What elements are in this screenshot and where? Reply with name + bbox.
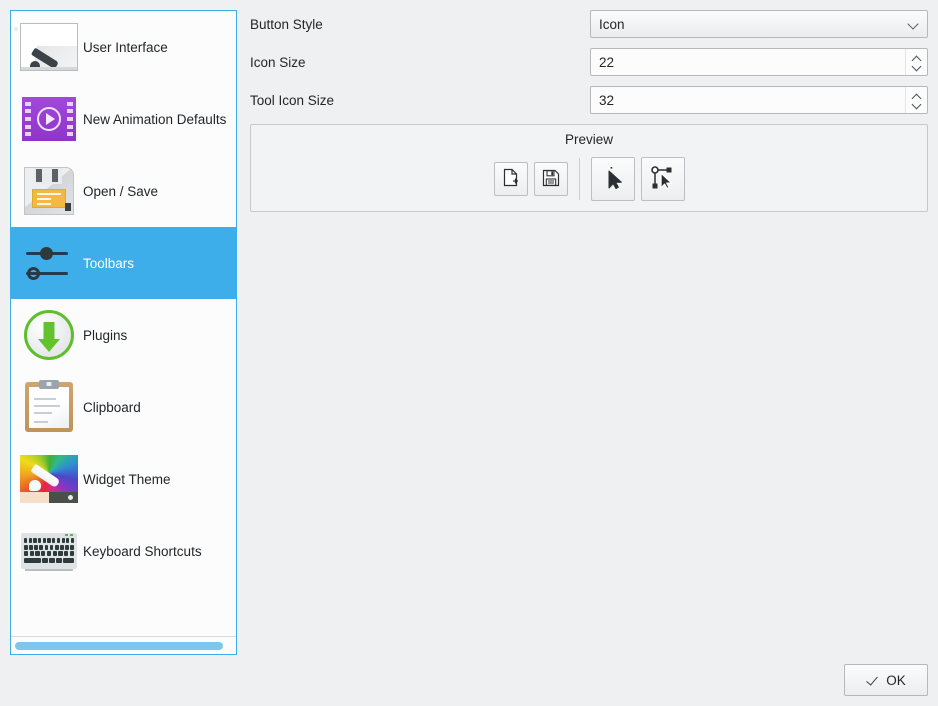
button-style-value: Icon (599, 16, 625, 32)
save-floppy-icon (542, 169, 560, 190)
sidebar-item-label: Clipboard (83, 399, 141, 415)
sidebar-item-label: Widget Theme (83, 471, 171, 487)
tool-icon-size-spinbox[interactable]: 32 (590, 86, 928, 114)
tool-icon-size-value: 32 (599, 92, 615, 108)
sidebar-item-plugins[interactable]: Plugins (11, 299, 236, 371)
chevron-up-icon[interactable] (912, 55, 921, 60)
sidebar-item-label: Keyboard Shortcuts (83, 543, 202, 559)
button-style-combobox[interactable]: Icon (590, 10, 928, 38)
sidebar-horizontal-scrollbar[interactable] (11, 636, 236, 654)
icon-size-value: 22 (599, 54, 615, 70)
sidebar-item-label: New Animation Defaults (83, 111, 227, 127)
settings-dialog: User Interface New Animation Defaults Op… (0, 0, 938, 706)
sidebar-item-open-save[interactable]: Open / Save (11, 155, 236, 227)
sidebar-item-label: Open / Save (83, 183, 159, 199)
button-style-row: Button Style Icon (250, 10, 928, 38)
check-icon (866, 674, 879, 687)
new-document-icon (502, 168, 519, 190)
select-arrow-tool-icon (601, 165, 625, 194)
preview-new-document-button[interactable] (493, 162, 528, 196)
clipboard-icon (19, 379, 79, 435)
icon-size-stepper[interactable] (905, 49, 927, 75)
user-interface-icon (19, 19, 79, 75)
chevron-down-icon (908, 19, 919, 30)
sidebar-item-clipboard[interactable]: Clipboard (11, 371, 236, 443)
preview-title: Preview (564, 132, 613, 147)
animation-film-icon (19, 91, 79, 147)
download-circle-icon (19, 307, 79, 363)
tool-icon-size-stepper[interactable] (905, 87, 927, 113)
sidebar-item-label: Plugins (83, 327, 128, 343)
sidebar-item-widget-theme[interactable]: Widget Theme (11, 443, 236, 515)
sidebar-item-keyboard-shortcuts[interactable]: Keyboard Shortcuts (11, 515, 236, 587)
ok-button-label: OK (886, 672, 906, 688)
toolbar-separator (578, 158, 580, 200)
chevron-down-icon[interactable] (912, 102, 921, 107)
settings-category-sidebar: User Interface New Animation Defaults Op… (10, 10, 237, 655)
chevron-down-icon[interactable] (912, 64, 921, 69)
chevron-up-icon[interactable] (912, 93, 921, 98)
sliders-icon (19, 235, 79, 291)
sidebar-item-user-interface[interactable]: User Interface (11, 11, 236, 83)
button-style-label: Button Style (250, 16, 323, 32)
preview-select-tool-button[interactable] (590, 157, 635, 201)
ok-button[interactable]: OK (844, 664, 928, 696)
preview-toolbar (251, 157, 927, 201)
icon-size-label: Icon Size (250, 54, 306, 70)
preview-group-box: Preview (250, 124, 928, 212)
settings-category-list[interactable]: User Interface New Animation Defaults Op… (11, 11, 236, 636)
tool-icon-size-label: Tool Icon Size (250, 92, 335, 108)
preview-edit-path-tool-button[interactable] (640, 157, 685, 201)
toolbars-settings-pane: Button Style Icon Icon Size 22 Tool Icon… (250, 10, 928, 212)
edit-path-node-tool-icon (650, 165, 676, 194)
scrollbar-thumb[interactable] (15, 641, 224, 650)
preview-save-button[interactable] (533, 162, 568, 196)
sidebar-item-label: Toolbars (83, 255, 135, 271)
tool-icon-size-row: Tool Icon Size 32 (250, 86, 928, 114)
floppy-disk-icon (19, 163, 79, 219)
icon-size-row: Icon Size 22 (250, 48, 928, 76)
sidebar-item-toolbars[interactable]: Toolbars (11, 227, 236, 299)
icon-size-spinbox[interactable]: 22 (590, 48, 928, 76)
keyboard-icon (19, 523, 79, 579)
sidebar-item-new-animation-defaults[interactable]: New Animation Defaults (11, 83, 236, 155)
sidebar-item-label: User Interface (83, 39, 168, 55)
color-wheel-brush-icon (19, 451, 79, 507)
